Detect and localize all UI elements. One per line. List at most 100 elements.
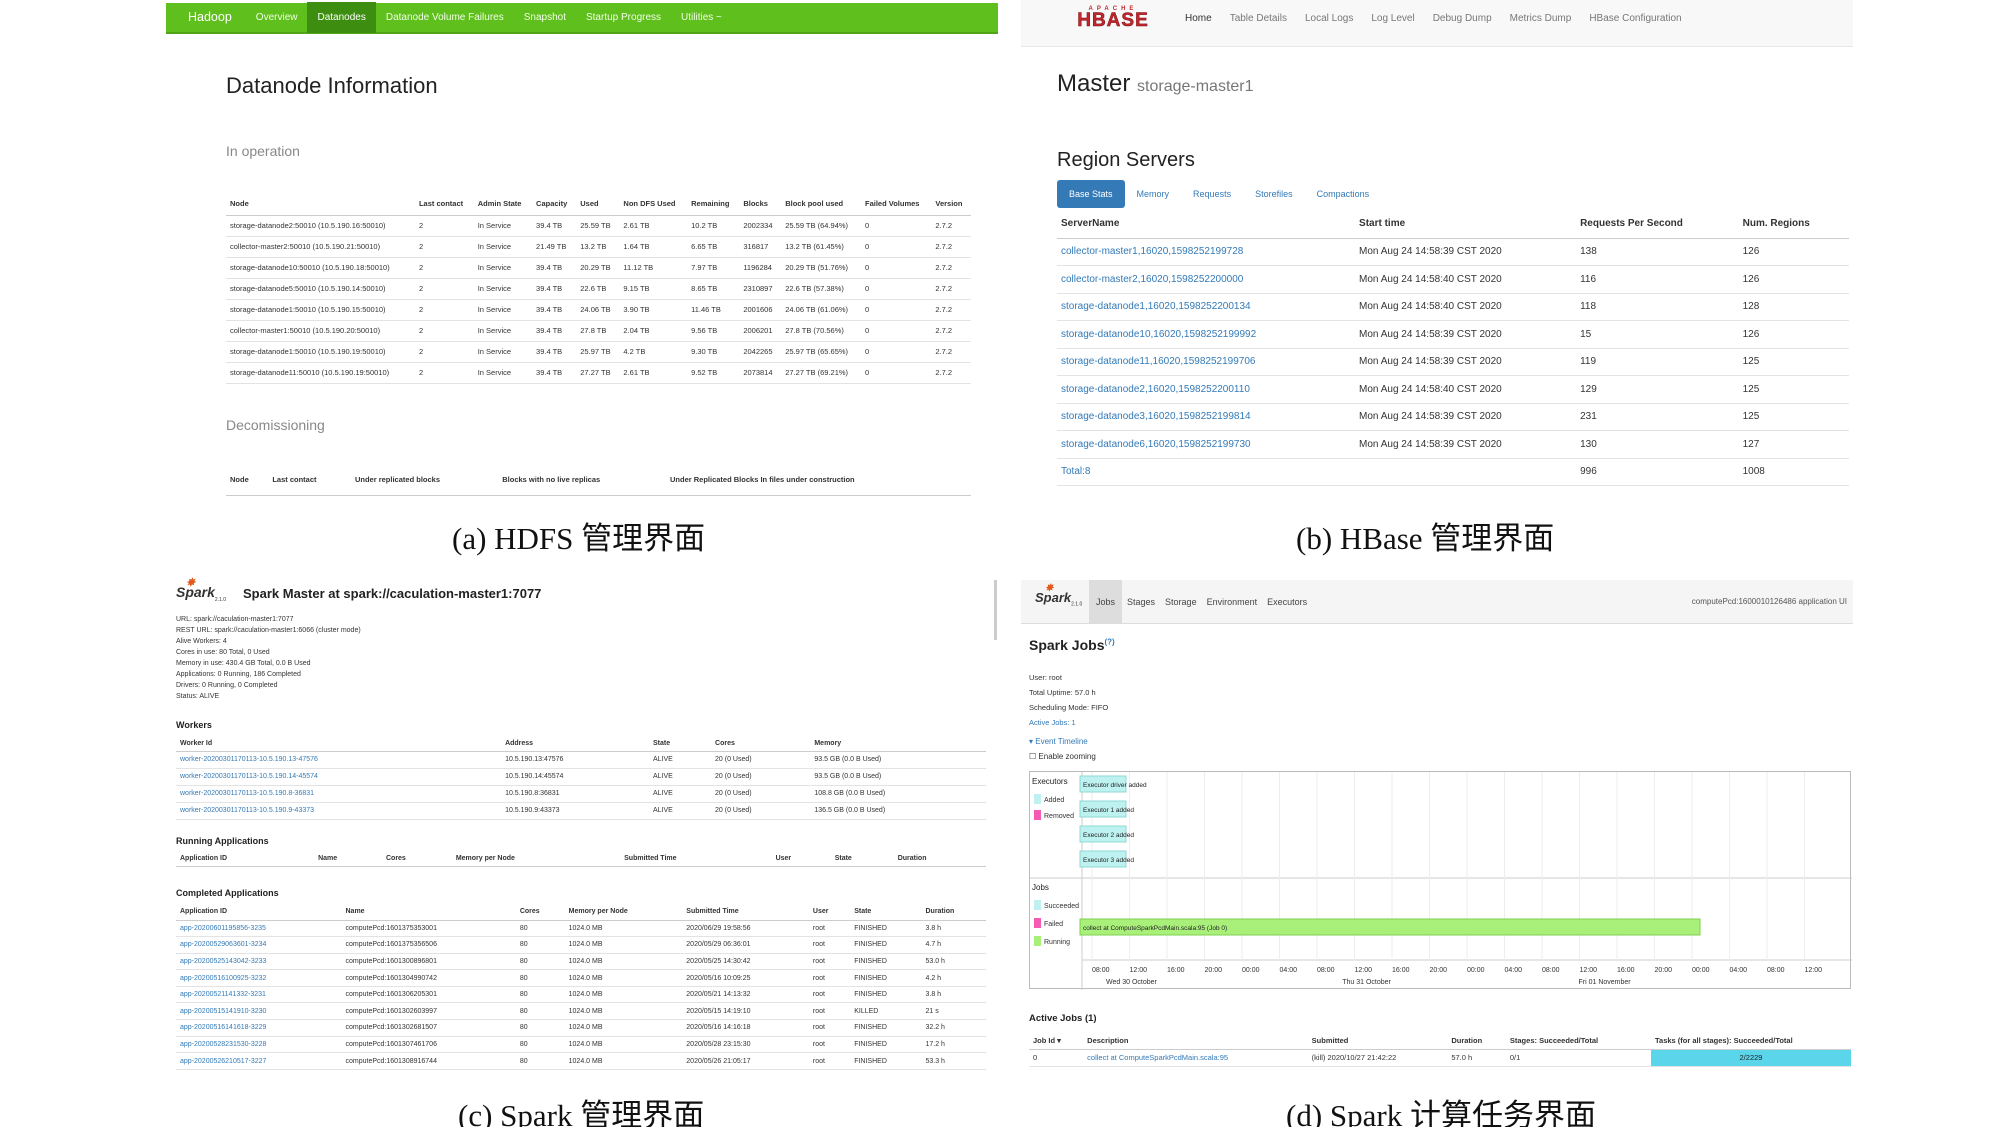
hbase-tab-requests[interactable]: Requests [1181, 180, 1243, 208]
column-header[interactable]: Worker Id [176, 736, 502, 752]
row-link[interactable]: storage-datanode6,16020,1598252199730 [1057, 430, 1356, 459]
column-header[interactable]: Submitted Time [682, 904, 809, 921]
column-header[interactable]: Remaining [687, 193, 740, 216]
row-link[interactable]: worker-20200301170113-10.5.190.9-43373 [176, 802, 502, 820]
hbase-tab-compactions[interactable]: Compactions [1305, 180, 1382, 208]
column-header[interactable]: Name [341, 904, 516, 921]
row-link[interactable]: app-20200525143042-3233 [176, 953, 342, 971]
spark-nav-environment[interactable]: Environment [1202, 580, 1263, 624]
column-header[interactable]: Application ID [176, 904, 342, 921]
row-link[interactable]: app-20200516141618-3229 [176, 1019, 342, 1037]
hbase-nav-log-level[interactable]: Log Level [1362, 0, 1423, 37]
column-header[interactable]: Duration [893, 852, 986, 867]
column-header[interactable]: Last contact [414, 193, 474, 216]
spark-nav-storage[interactable]: Storage [1160, 580, 1202, 624]
hbase-nav-table-details[interactable]: Table Details [1221, 0, 1296, 37]
spark-nav-jobs[interactable]: Jobs [1089, 580, 1123, 624]
column-header[interactable]: Non DFS Used [619, 193, 688, 216]
row-link[interactable]: app-20200529063601-3234 [176, 936, 342, 954]
spark-nav-stages[interactable]: Stages [1122, 580, 1160, 624]
spark-master-scrollbar[interactable] [994, 580, 997, 640]
hbase-nav-home[interactable]: Home [1176, 0, 1221, 37]
spark-jobs-logo[interactable]: ✸ Spark2.1.0 [1035, 583, 1082, 608]
row-link[interactable]: storage-datanode10,16020,1598252199992 [1057, 320, 1356, 349]
enable-zoom-checkbox[interactable]: ☐ Enable zooming [1029, 752, 1096, 761]
column-header[interactable]: Failed Volumes [861, 193, 932, 216]
hbase-nav-debug-dump[interactable]: Debug Dump [1424, 0, 1501, 37]
row-link[interactable]: app-20200515141910-3230 [176, 1002, 342, 1021]
column-header[interactable]: Memory per Node [451, 852, 621, 867]
hdfs-nav-datanodes[interactable]: Datanodes [307, 2, 376, 33]
row-link[interactable]: app-20200516100925-3232 [176, 969, 342, 987]
column-header[interactable]: User [771, 852, 831, 867]
row-link[interactable]: worker-20200301170113-10.5.190.14-45574 [176, 768, 502, 786]
row-link[interactable]: worker-20200301170113-10.5.190.8-36831 [176, 785, 502, 803]
column-header[interactable]: Num. Regions [1738, 210, 1849, 239]
summary-line[interactable]: Active Jobs: 1 [1029, 715, 1108, 730]
row-link[interactable]: app-20200521141332-3231 [176, 986, 342, 1004]
hdfs-brand[interactable]: Hadoop [166, 2, 246, 33]
column-header[interactable]: State [648, 736, 712, 752]
column-header[interactable]: Used [576, 193, 620, 216]
row-link[interactable]: Total:8 [1057, 458, 1356, 486]
hbase-logo[interactable]: APACHE HBASE [1065, 6, 1161, 36]
column-header[interactable]: Name [314, 852, 382, 867]
column-header[interactable]: User [808, 904, 851, 921]
column-header[interactable]: Job Id ▾ [1029, 1033, 1084, 1050]
spark-jobs-help-icon[interactable]: (?) [1104, 637, 1114, 646]
column-header[interactable]: Submitted [1307, 1033, 1448, 1050]
row-link[interactable]: storage-datanode2,16020,1598252200110 [1057, 375, 1356, 404]
column-header[interactable]: Cores [711, 736, 811, 752]
column-header[interactable]: ServerName [1057, 210, 1356, 239]
event-timeline[interactable]: Executors Added Removed Jobs Succeeded Failed… [1029, 771, 1852, 990]
column-header[interactable]: Cores [381, 852, 452, 867]
event-timeline-toggle[interactable]: ▾ Event Timeline [1029, 737, 1088, 746]
column-header[interactable]: Application ID [176, 852, 315, 867]
hdfs-nav-startup-progress[interactable]: Startup Progress [576, 2, 671, 33]
column-header[interactable]: Blocks [739, 193, 782, 216]
spark-logo[interactable]: ✸ Spark2.1.0 [176, 577, 226, 603]
row-link[interactable]: worker-20200301170113-10.5.190.13-47576 [176, 751, 502, 769]
column-header[interactable]: Version [931, 193, 971, 216]
hdfs-nav-volume-failures[interactable]: Datanode Volume Failures [376, 2, 514, 33]
row-link[interactable]: storage-datanode1,16020,1598252200134 [1057, 293, 1356, 321]
row-link[interactable]: collector-master2,16020,1598252200000 [1057, 265, 1356, 294]
hdfs-nav-overview[interactable]: Overview [246, 2, 308, 33]
column-header[interactable]: State [850, 904, 922, 921]
column-header[interactable]: State [830, 852, 894, 867]
row-link[interactable]: collect at ComputeSparkPcdMain.scala:95 [1083, 1049, 1308, 1067]
column-header[interactable]: Admin State [473, 193, 533, 216]
row-link[interactable]: app-20200526210517-3227 [176, 1052, 342, 1070]
spark-nav-executors[interactable]: Executors [1262, 580, 1312, 624]
column-header[interactable]: Under replicated blocks [350, 465, 499, 496]
column-header[interactable]: Under Replicated Blocks In files under c… [666, 465, 971, 496]
row-link[interactable]: storage-datanode3,16020,1598252199814 [1057, 403, 1356, 431]
hbase-nav-configuration[interactable]: HBase Configuration [1580, 0, 1690, 37]
hbase-tab-memory[interactable]: Memory [1125, 180, 1182, 208]
row-link[interactable]: app-20200601195856-3235 [176, 920, 342, 938]
column-header[interactable]: Node [226, 193, 415, 216]
column-header[interactable]: Duration [1447, 1033, 1506, 1050]
hbase-nav-metrics-dump[interactable]: Metrics Dump [1501, 0, 1581, 37]
column-header[interactable]: Block pool used [781, 193, 861, 216]
hbase-tab-base-stats[interactable]: Base Stats [1057, 180, 1125, 208]
column-header[interactable]: Blocks with no live replicas [498, 465, 666, 496]
column-header[interactable]: Description [1083, 1033, 1308, 1050]
row-link[interactable]: collector-master1,16020,1598252199728 [1057, 238, 1356, 266]
column-header[interactable]: Node [226, 465, 269, 496]
column-header[interactable]: Duration [921, 904, 986, 921]
column-header[interactable]: Requests Per Second [1576, 210, 1739, 239]
column-header[interactable]: Memory [810, 736, 986, 752]
column-header[interactable]: Capacity [532, 193, 577, 216]
row-link[interactable]: app-20200528231530-3228 [176, 1036, 342, 1054]
hbase-nav-local-logs[interactable]: Local Logs [1296, 0, 1362, 37]
hdfs-nav-utilities[interactable]: Utilities ~ [671, 2, 732, 33]
column-header[interactable]: Memory per Node [564, 904, 683, 921]
column-header[interactable]: Start time [1355, 210, 1577, 239]
row-link[interactable]: storage-datanode11,16020,1598252199706 [1057, 348, 1356, 376]
column-header[interactable]: Cores [515, 904, 565, 921]
column-header[interactable]: Last contact [268, 465, 351, 496]
column-header[interactable]: Tasks (for all stages): Succeeded/Total [1651, 1033, 1851, 1050]
column-header[interactable]: Address [501, 736, 649, 752]
hbase-tab-storefiles[interactable]: Storefiles [1243, 180, 1305, 208]
